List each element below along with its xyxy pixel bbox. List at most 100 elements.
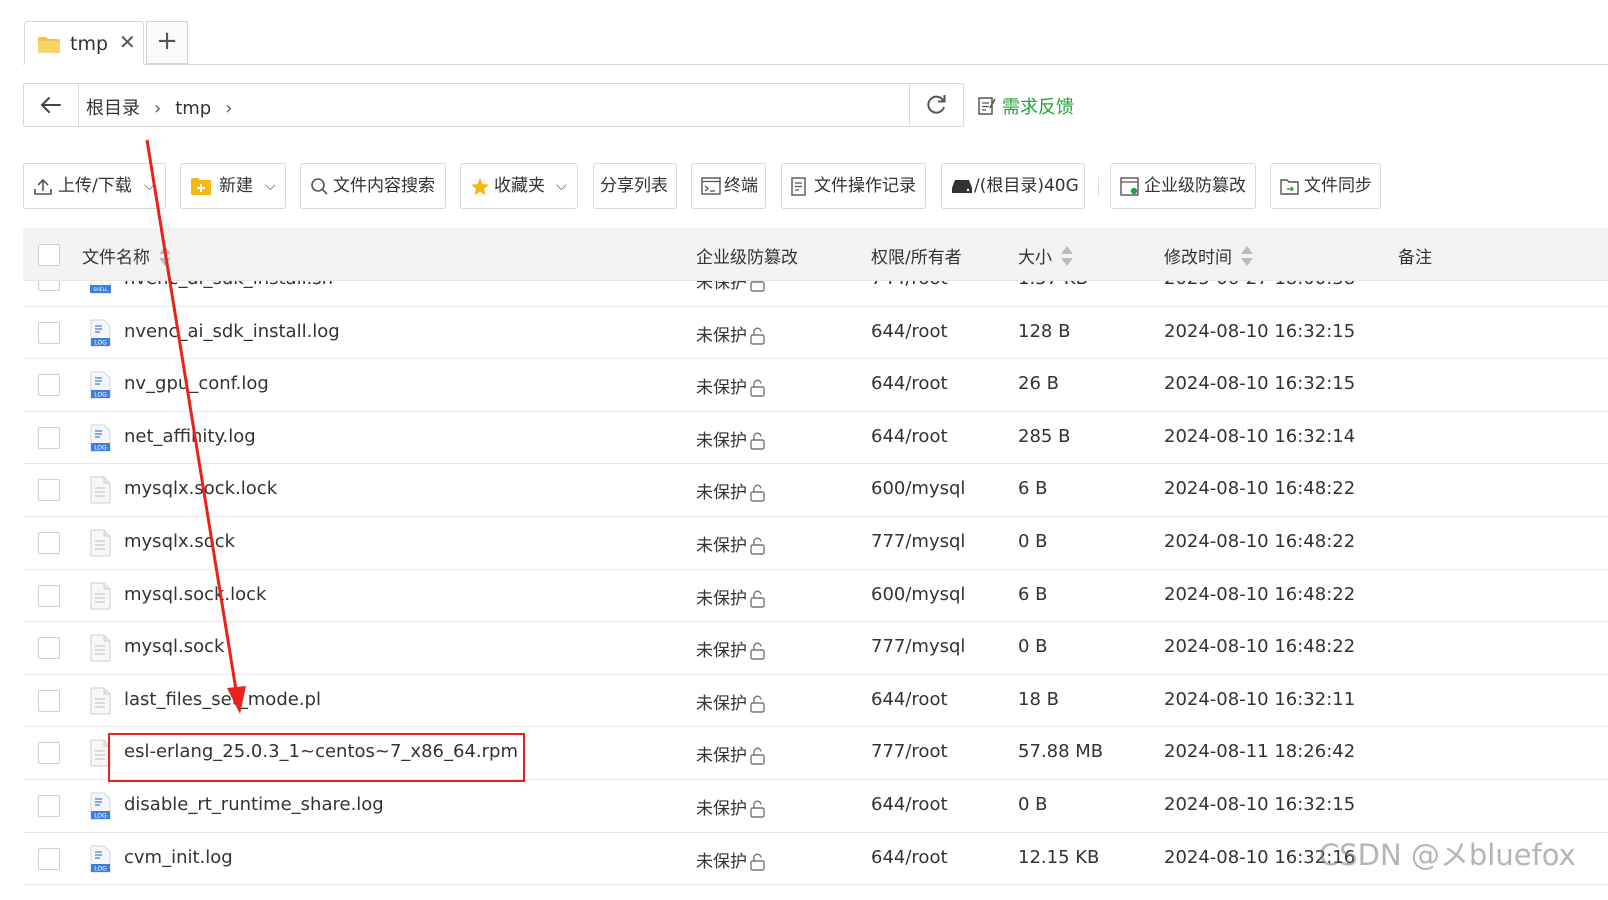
column-modified[interactable]: 修改时间 xyxy=(1164,243,1254,268)
sort-icon[interactable] xyxy=(1060,245,1074,267)
protect-status-label: 未保护 xyxy=(696,483,747,504)
terminal-button[interactable]: 终端 xyxy=(691,163,766,209)
content-search-label: 文件内容搜索 xyxy=(333,176,435,196)
tamper-protection-button[interactable]: 企业级防篡改 xyxy=(1110,163,1256,209)
back-button[interactable] xyxy=(24,84,79,126)
upload-download-button[interactable]: 上传/下载 ⌵ xyxy=(23,163,166,209)
file-name[interactable]: mysqlx.sock.lock xyxy=(124,478,277,499)
row-checkbox[interactable] xyxy=(38,637,60,660)
permission-owner[interactable]: 600/mysql xyxy=(871,478,965,499)
protect-status[interactable]: 未保护 xyxy=(696,689,767,714)
protect-status[interactable]: 未保护 xyxy=(696,478,767,503)
protect-status[interactable]: 未保护 xyxy=(696,741,767,766)
row-checkbox[interactable] xyxy=(38,584,60,607)
row-checkbox[interactable] xyxy=(38,742,60,765)
protect-status[interactable]: 未保护 xyxy=(696,426,767,451)
permission-owner[interactable]: 600/mysql xyxy=(871,584,965,605)
new-button[interactable]: 新建 ⌵ xyxy=(180,163,286,209)
row-checkbox[interactable] xyxy=(38,794,60,817)
table-row[interactable]: last_files_set_mode.pl 未保护 644/root 18 B 202… xyxy=(23,675,1608,728)
file-name[interactable]: cvm_init.log xyxy=(124,847,233,868)
table-row[interactable]: mysql.sock.lock 未保护 600/mysql 6 B 2024-08-10… xyxy=(23,570,1608,623)
table-row[interactable]: LOG net_affinity.log 未保护 644/root 285 B 2024-… xyxy=(23,412,1608,465)
file-name[interactable]: last_files_set_mode.pl xyxy=(124,689,321,710)
file-name[interactable]: mysql.sock.lock xyxy=(124,584,266,605)
permission-owner[interactable]: 744/root xyxy=(871,281,948,289)
share-list-button[interactable]: 分享列表 xyxy=(593,163,677,209)
file-sync-button[interactable]: 文件同步 xyxy=(1270,163,1381,209)
permission-owner[interactable]: 777/mysql xyxy=(871,636,965,657)
protect-status[interactable]: 未保护 xyxy=(696,531,767,556)
refresh-button[interactable] xyxy=(909,84,963,126)
row-checkbox[interactable] xyxy=(38,281,60,291)
protect-status[interactable]: 未保护 xyxy=(696,321,767,346)
unlock-icon xyxy=(750,432,765,450)
table-row[interactable]: mysqlx.sock 未保护 777/mysql 0 B 2024-08-10 16:… xyxy=(23,517,1608,570)
permission-owner[interactable]: 644/root xyxy=(871,321,948,342)
unlock-icon xyxy=(750,747,765,766)
log-icon-text: LOG xyxy=(94,812,107,819)
file-name[interactable]: net_affinity.log xyxy=(124,426,256,447)
file-name[interactable]: nvenc_ai_sdk_install.sh xyxy=(124,281,333,289)
breadcrumb-root[interactable]: 根目录 xyxy=(86,98,140,119)
protect-status[interactable]: 未保护 xyxy=(696,847,767,872)
share-list-label: 分享列表 xyxy=(600,176,668,196)
file-name[interactable]: disable_rt_runtime_share.log xyxy=(124,794,384,815)
permission-owner[interactable]: 777/mysql xyxy=(871,531,965,552)
file-name[interactable]: nvenc_ai_sdk_install.log xyxy=(124,321,340,342)
protect-status[interactable]: 未保护 xyxy=(696,373,767,398)
row-checkbox[interactable] xyxy=(38,847,60,870)
content-search-button[interactable]: 文件内容搜索 xyxy=(300,163,446,209)
row-checkbox[interactable] xyxy=(38,374,60,397)
new-tab-button[interactable]: + xyxy=(146,21,188,64)
refresh-icon xyxy=(927,95,946,114)
file-name[interactable]: esl-erlang_25.0.3_1~centos~7_x86_64.rpm xyxy=(124,741,518,762)
permission-owner[interactable]: 644/root xyxy=(871,847,948,868)
permission-owner[interactable]: 644/root xyxy=(871,373,948,394)
file-name[interactable]: nv_gpu_conf.log xyxy=(124,373,269,394)
permission-owner[interactable]: 644/root xyxy=(871,794,948,815)
protect-status[interactable]: 未保护 xyxy=(696,281,767,293)
row-checkbox[interactable] xyxy=(38,689,60,712)
disk-root-button[interactable]: /(根目录)40G xyxy=(941,163,1085,209)
sort-icon[interactable] xyxy=(158,245,172,267)
table-row[interactable]: mysqlx.sock.lock 未保护 600/mysql 6 B 2024-08-1… xyxy=(23,464,1608,517)
breadcrumb-tmp[interactable]: tmp xyxy=(175,98,211,119)
row-checkbox[interactable] xyxy=(38,531,60,554)
table-row[interactable]: LOG nvenc_ai_sdk_install.log 未保护 644/root 12… xyxy=(23,307,1608,360)
protect-status[interactable]: 未保护 xyxy=(696,636,767,661)
table-row[interactable]: esl-erlang_25.0.3_1~centos~7_x86_64.rpm 未… xyxy=(23,727,1608,780)
sort-icon[interactable] xyxy=(1240,245,1254,267)
tab-bar: tmp ✕ + xyxy=(0,0,1608,66)
unlock-icon xyxy=(750,642,765,660)
permission-owner[interactable]: 644/root xyxy=(871,689,948,710)
permission-owner[interactable]: 777/root xyxy=(871,741,948,762)
protect-status-label: 未保护 xyxy=(696,535,747,556)
tab-tmp[interactable]: tmp ✕ xyxy=(24,21,144,65)
file-name[interactable]: mysql.sock xyxy=(124,636,224,657)
file-size: 285 B xyxy=(1018,425,1071,447)
protect-status[interactable]: 未保护 xyxy=(696,584,767,609)
file-name[interactable]: mysqlx.sock xyxy=(124,531,235,552)
column-name-label: 文件名称 xyxy=(82,248,150,268)
column-name[interactable]: 文件名称 xyxy=(82,243,172,268)
protect-status[interactable]: 未保护 xyxy=(696,794,767,819)
row-checkbox[interactable] xyxy=(38,479,60,502)
row-checkbox[interactable] xyxy=(38,426,60,449)
column-size[interactable]: 大小 xyxy=(1018,243,1074,268)
row-checkbox[interactable] xyxy=(38,321,60,344)
table-row[interactable]: SHELL nvenc_ai_sdk_install.sh 未保护 744/root 1… xyxy=(23,281,1608,307)
address-bar: 根目录 › tmp › xyxy=(23,83,964,127)
file-operation-log-button[interactable]: 文件操作记录 xyxy=(781,163,926,209)
select-all-checkbox[interactable] xyxy=(38,244,60,266)
protect-status-label: 未保护 xyxy=(696,378,747,399)
close-icon[interactable]: ✕ xyxy=(119,30,136,54)
favorites-button[interactable]: 收藏夹 ⌵ xyxy=(460,163,578,209)
table-row[interactable]: mysql.sock 未保护 777/mysql 0 B 2024-08-10 16:4… xyxy=(23,622,1608,675)
tab-bar-divider xyxy=(23,64,1608,65)
table-row[interactable]: LOG nv_gpu_conf.log 未保护 644/root 26 B 2024-08… xyxy=(23,359,1608,412)
chevron-right-icon: › xyxy=(225,98,233,119)
feedback-link[interactable]: 需求反馈 xyxy=(978,93,1074,119)
table-row[interactable]: LOG disable_rt_runtime_share.log 未保护 644/ro… xyxy=(23,780,1608,833)
permission-owner[interactable]: 644/root xyxy=(871,426,948,447)
